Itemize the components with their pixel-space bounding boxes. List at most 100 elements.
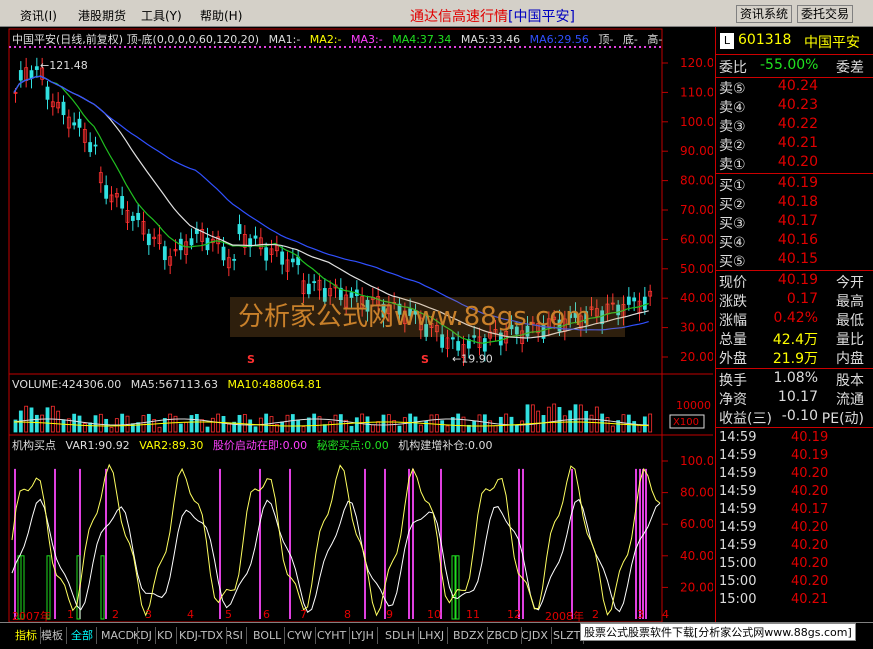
tick-row: 14:59 40.19: [716, 430, 873, 448]
volume-bar: [472, 420, 477, 433]
volume-bar: [157, 426, 162, 433]
volume-bar: [210, 417, 215, 433]
date-tick: 8: [344, 608, 351, 621]
ma6-label: MA6:29.56: [529, 33, 589, 46]
volume-bar: [456, 413, 461, 433]
indicator-tab[interactable]: LYJH: [348, 627, 378, 644]
volume-bar: [322, 424, 327, 433]
tick-row: 14:59 40.20: [716, 484, 873, 502]
indicator-tab[interactable]: KD: [154, 627, 177, 644]
indicator-tab[interactable]: LHXJ: [416, 627, 449, 644]
tick-price: 40.20: [791, 520, 829, 535]
quote-row: 现价 40.19 今开: [716, 272, 866, 291]
date-tick: 9: [386, 608, 393, 621]
date-axis: 2007年 1 2 3 4 5 6 7 8 9 10 11 12 2008年 2 3 4: [12, 608, 712, 623]
tick-time: 15:00: [719, 556, 757, 571]
weibi-row: 委比 -55.00% 委差: [716, 57, 866, 76]
indicator-var4: 秘密买点:0.00: [316, 439, 389, 452]
tick-row: 14:59 40.20: [716, 538, 873, 556]
volume-value: VOLUME:424306.00: [12, 378, 122, 391]
ad-banner[interactable]: 股票公式股票软件下载[分析家公式网www.88gs.com]: [580, 623, 856, 641]
divider: [716, 173, 873, 174]
indicator-tab[interactable]: MACD: [98, 627, 138, 644]
ask-price: 40.23: [777, 97, 818, 113]
sell-marker: S: [421, 353, 429, 366]
quote-label: 总量: [719, 332, 747, 348]
tick-price: 40.17: [791, 502, 829, 517]
volume-bar: [514, 425, 519, 433]
tick-time: 14:59: [719, 430, 757, 445]
tick-row: 14:59 40.20: [716, 520, 873, 538]
stat-label-right: 流通: [836, 392, 864, 408]
candle-body: [29, 70, 34, 79]
volume-bar: [434, 414, 439, 433]
info-system-button[interactable]: 资讯系统: [736, 5, 793, 23]
price-axis-label: 110.0: [680, 85, 713, 99]
volume-bar: [589, 414, 594, 433]
trade-button[interactable]: 委托交易: [797, 5, 854, 23]
volume-bar: [477, 414, 482, 433]
volume-bar: [290, 414, 295, 433]
candle-body: [312, 281, 317, 284]
volume-bar: [610, 425, 615, 433]
volume-bar: [136, 422, 141, 433]
ma2-label: MA2:-: [309, 33, 342, 46]
volume-bar: [221, 416, 226, 433]
volume-bar: [264, 413, 269, 433]
indicator-tab[interactable]: ZBCD: [484, 627, 523, 644]
volume-bar: [402, 417, 407, 433]
ask-price: 40.24: [777, 78, 818, 94]
indicator-axis-label: 100.0: [680, 454, 713, 468]
candle-body: [626, 296, 631, 305]
stat-value: 10.17: [777, 389, 818, 405]
candle-body: [482, 338, 487, 352]
menu-zixun[interactable]: 资讯(I): [20, 7, 57, 24]
indicator-var2: VAR2:89.30: [139, 439, 204, 452]
volume-bar: [333, 414, 338, 433]
quote-value: 21.9万: [772, 351, 818, 367]
tick-price: 40.19: [791, 430, 829, 445]
weibi-value: -55.00%: [760, 57, 819, 73]
indicator-tab[interactable]: CYHT: [314, 627, 351, 644]
indicator-tab[interactable]: 指标: [12, 627, 41, 644]
indicator-var5: 机构建增补仓:0.00: [398, 439, 493, 452]
indicator-tab[interactable]: BDZX: [450, 627, 489, 644]
menu-help[interactable]: 帮助(H): [200, 7, 242, 24]
high-label: 高-: [647, 33, 663, 46]
indicator-tab[interactable]: 模板: [38, 627, 67, 644]
date-tick: 3: [637, 608, 644, 621]
bid-price: 40.18: [777, 194, 818, 210]
indicator-tab[interactable]: BOLL: [250, 627, 286, 644]
candle-body: [221, 246, 226, 261]
volume-bar: [98, 413, 103, 433]
menu-ganggu[interactable]: 港股期货: [78, 7, 126, 24]
bid-label: 买⑤: [719, 254, 746, 270]
indicator-tab[interactable]: CJDX: [518, 627, 552, 644]
chart-title: 中国平安(日线,前复权) 顶-底(0,0,0,0,60,120,20): [12, 33, 260, 46]
volume-bar: [178, 423, 183, 433]
volume-bar: [189, 415, 194, 433]
tick-time: 15:00: [719, 574, 757, 589]
volume-bar: [386, 414, 391, 433]
indicator-tab[interactable]: CYW: [284, 627, 317, 644]
stock-header: L 601318 中国平安: [716, 32, 873, 54]
volume-bar: [418, 424, 423, 433]
candle-body: [93, 144, 98, 147]
indicator-tab[interactable]: SDLH: [382, 627, 419, 644]
volume-bar: [637, 424, 642, 433]
indicator-tab[interactable]: 全部: [68, 627, 97, 644]
menu-tools[interactable]: 工具(Y): [141, 7, 182, 24]
tick-price: 40.20: [791, 556, 829, 571]
stat-row: 净资 10.17 流通: [716, 389, 866, 408]
quote-value: 42.4万: [772, 332, 818, 348]
bid-row: 买④ 40.16: [716, 232, 866, 251]
bid-row: 买② 40.18: [716, 194, 866, 213]
indicator-tab[interactable]: KDJ-TDX: [176, 627, 228, 644]
sell-marker: S: [247, 353, 255, 366]
date-tick: 2: [112, 608, 119, 621]
app-window: 资讯(I) 港股期货 工具(Y) 帮助(H) 通达信高速行情[中国平安] 资讯系…: [0, 0, 873, 649]
price-axis-label: 120.0: [680, 56, 713, 70]
quote-panel: L 601318 中国平安 委比 -55.00% 委差 卖⑤ 40.24 卖④ 40.…: [715, 27, 873, 622]
indicator-var1: VAR1:90.92: [65, 439, 130, 452]
candle-body: [306, 283, 311, 295]
